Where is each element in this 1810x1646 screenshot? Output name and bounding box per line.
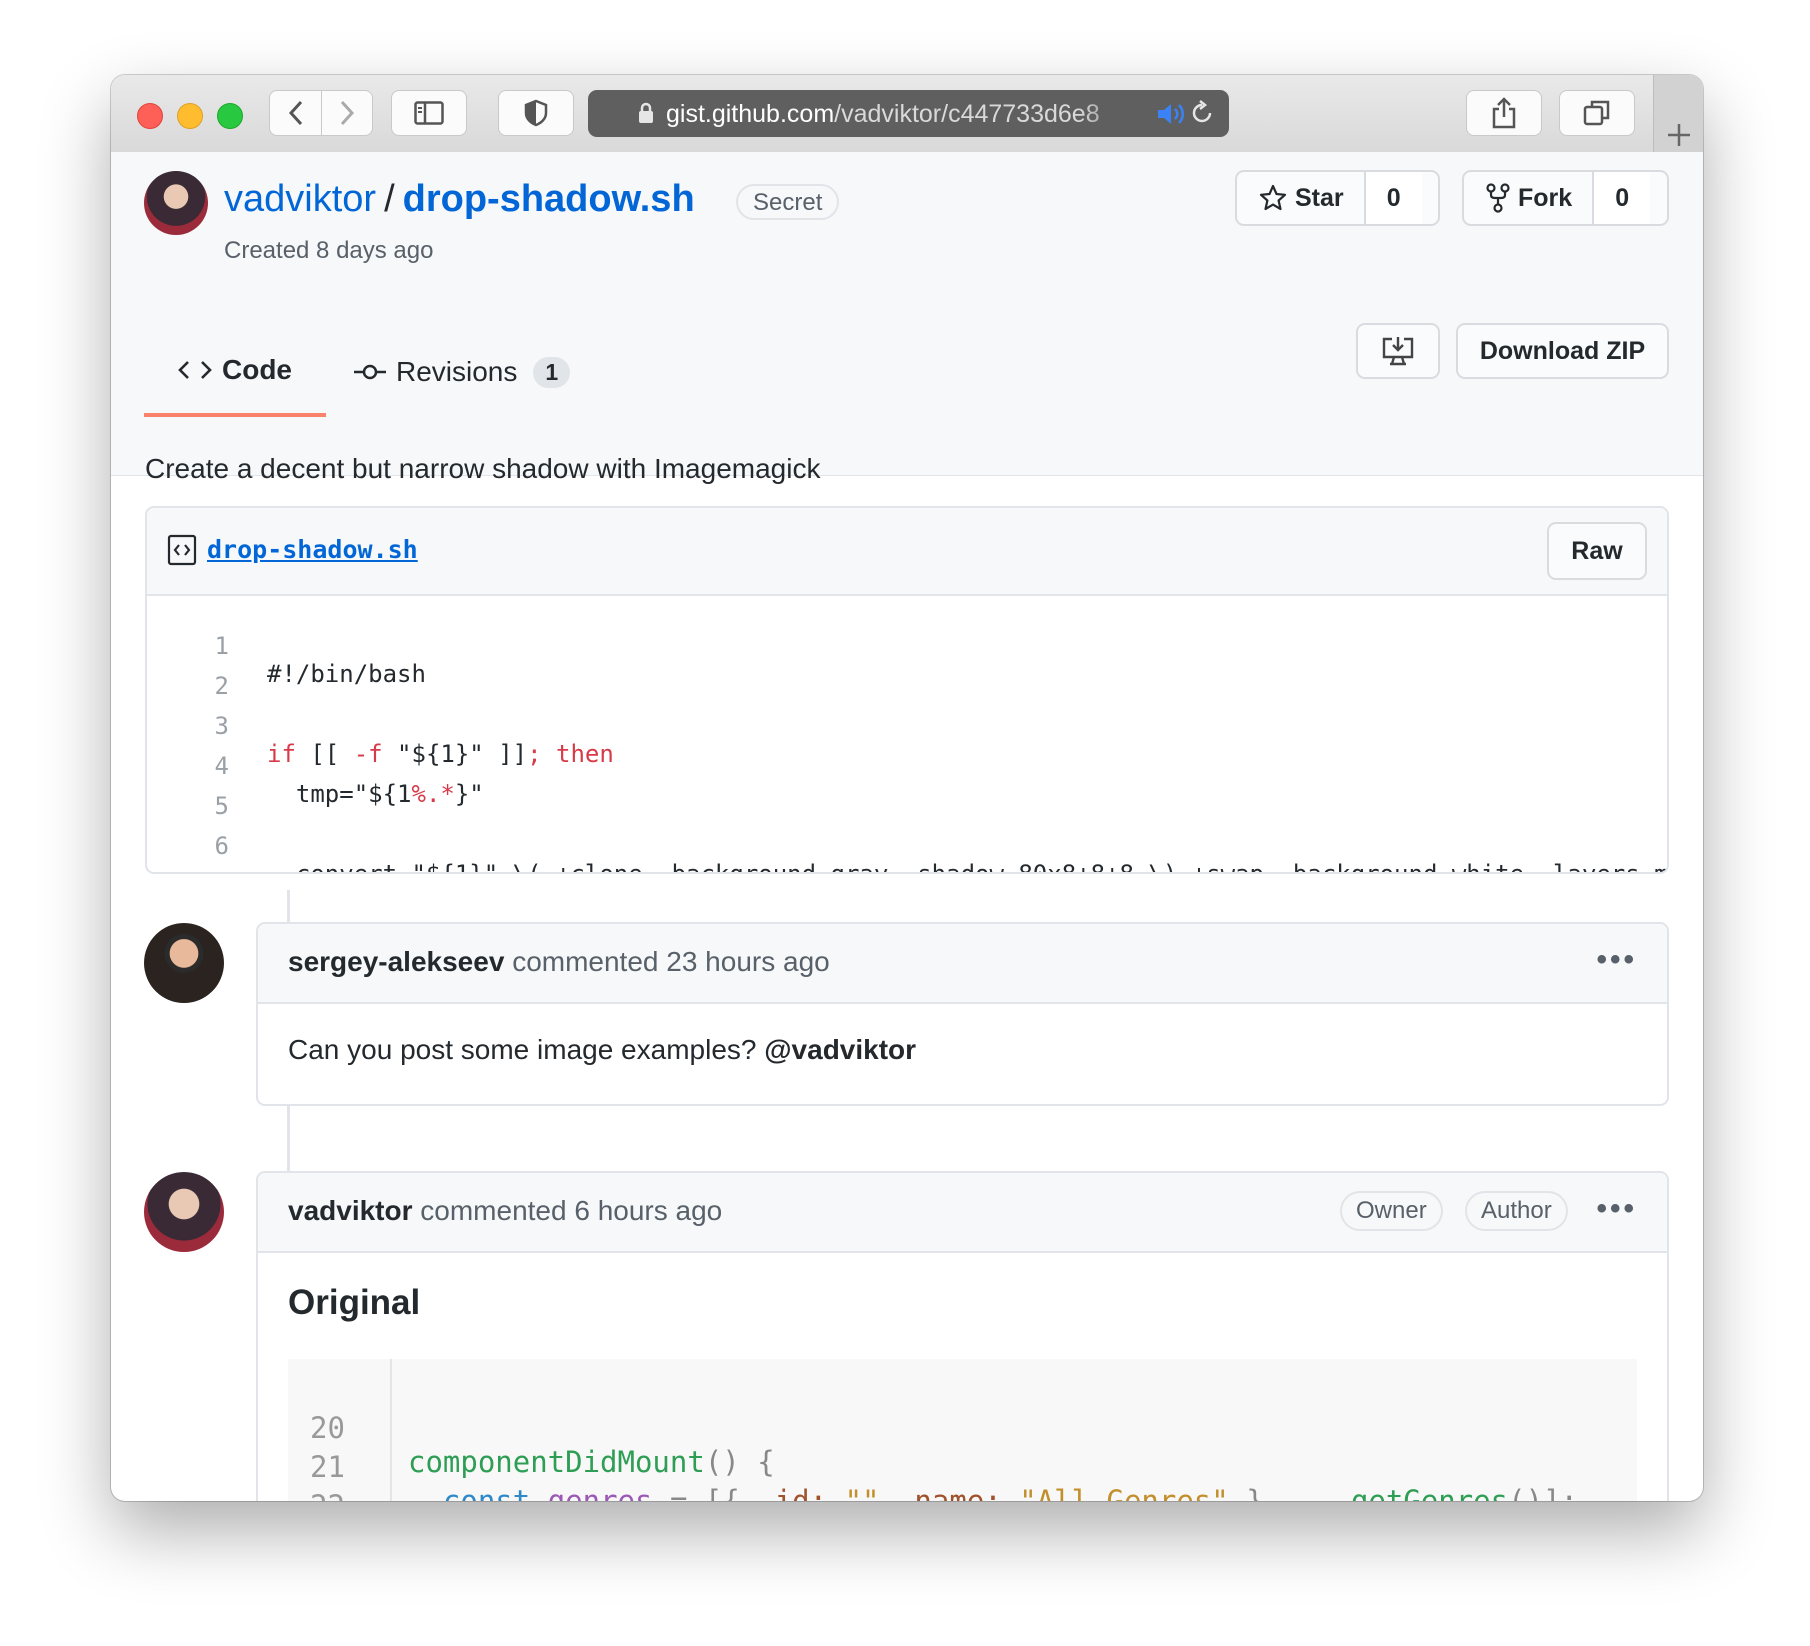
reload-icon[interactable] [1188,99,1216,134]
browser-window: gist.github.com/vadviktor/c447733d6e8 va… [111,75,1703,1501]
url-host: gist.github.com [666,100,835,128]
shield-icon [524,99,548,127]
snippet-line: 23 } [288,1494,1667,1501]
snippet-line: 21 const genres = [{ _id: "", name: "All… [288,1416,1667,1501]
sidebar-icon [414,101,444,125]
fork-button[interactable]: Fork [1464,172,1595,224]
comment-author-link[interactable]: sergey-alekseev [288,946,504,977]
address-bar[interactable]: gist.github.com/vadviktor/c447733d6e8 [588,90,1229,137]
tab-code[interactable]: Code [144,337,326,417]
owner-link[interactable]: vadviktor [224,178,376,220]
comment-header: vadviktor commented 6 hours ago Owner Au… [258,1173,1667,1253]
fork-count[interactable]: 0 [1594,172,1651,224]
tabs-icon [1583,100,1610,126]
comment-heading: Original [288,1283,421,1322]
commenter-avatar[interactable] [144,923,224,1003]
star-button-group: Star 0 [1235,170,1440,226]
code-line: 2 [147,644,1667,700]
line-number[interactable]: 7 [167,872,229,874]
share-icon [1492,97,1516,129]
code-icon [178,361,212,379]
tab-overview-button[interactable] [1559,90,1635,136]
url-path: /vadviktor/c447733d6e8 [834,100,1100,128]
plus-icon [1667,124,1690,146]
comment-author-link[interactable]: vadviktor [288,1195,413,1226]
zoom-window-button[interactable] [217,103,243,129]
sidebar-toggle-button[interactable] [391,90,467,136]
comment-header: sergey-alekseev commented 23 hours ago •… [258,924,1667,1004]
star-label: Star [1295,183,1344,212]
download-zip-button[interactable]: Download ZIP [1456,323,1669,379]
raw-button[interactable]: Raw [1547,522,1647,580]
author-label: Author [1465,1191,1568,1231]
desktop-download-icon [1382,337,1414,366]
comment-time[interactable]: commented 23 hours ago [512,946,830,977]
forward-button[interactable] [321,90,373,136]
star-count[interactable]: 0 [1365,172,1422,224]
fork-button-group: Fork 0 [1462,170,1669,226]
tab-code-label: Code [222,354,292,385]
code-line: 7 fi [147,844,1667,874]
owner-avatar[interactable] [144,171,208,235]
comment-card: sergey-alekseev commented 23 hours ago •… [256,922,1669,1106]
revisions-counter: 1 [533,356,571,388]
commit-icon [354,364,386,380]
code-line: 1 #!/bin/bash [147,604,1667,688]
gist-title: vadviktor / drop-shadow.sh [224,178,695,221]
title-separator: / [384,178,395,220]
browser-toolbar: gist.github.com/vadviktor/c447733d6e8 [111,75,1703,153]
new-tab-button[interactable] [1653,75,1703,152]
file-code-icon [167,534,197,571]
gist-name-link[interactable]: drop-shadow.sh [403,178,695,220]
commenter-avatar[interactable] [144,1172,224,1252]
comment-card: vadviktor commented 6 hours ago Owner Au… [256,1171,1669,1501]
file-name-link[interactable]: drop-shadow.sh [207,535,418,564]
lock-icon [638,102,654,131]
share-button[interactable] [1466,90,1542,136]
comment-body: Can you post some image examples? @vadvi… [288,1034,916,1066]
code-screenshot: 20 componentDidMount() { 21 const genres… [288,1359,1637,1501]
secret-badge: Secret [736,184,840,220]
snippet-line: 20 componentDidMount() { [288,1377,1667,1479]
comment-options-button[interactable]: ••• [1596,1194,1637,1224]
chevron-right-icon [340,100,355,126]
comment-meta: sergey-alekseev commented 23 hours ago [288,946,830,978]
created-date: Created 8 days ago [224,237,434,264]
star-icon [1259,184,1287,211]
star-button[interactable]: Star [1237,172,1366,224]
code-line: 3 if [[ -f "${1}" ]]; then [147,684,1667,768]
chevron-left-icon [288,100,302,126]
code-line: 4 tmp="${1%.*}" [147,724,1667,808]
fork-icon [1486,183,1510,213]
snippet-line: 22 this.setState({ movies: getMovies(), … [288,1455,1667,1501]
comment-options-button[interactable]: ••• [1596,945,1637,975]
comment-time[interactable]: commented 6 hours ago [420,1195,722,1226]
minimize-window-button[interactable] [177,103,203,129]
embed-button[interactable] [1356,323,1440,379]
speaker-icon[interactable] [1156,101,1190,134]
back-button[interactable] [269,90,322,136]
comment-text: Can you post some image examples? [288,1034,765,1065]
fork-label: Fork [1518,183,1573,212]
file-box: drop-shadow.sh Raw 1 #!/bin/bash 2 3 if … [145,506,1669,874]
file-header: drop-shadow.sh Raw [147,508,1667,596]
url-text: gist.github.com/vadviktor/c447733d6e8 [666,100,1136,129]
user-mention-link[interactable]: @vadviktor [764,1034,916,1065]
code-line: 6 convert "${1}" \( +clone -background g… [147,804,1667,872]
comment-meta: vadviktor commented 6 hours ago [288,1195,722,1227]
close-window-button[interactable] [137,103,163,129]
gist-description: Create a decent but narrow shadow with I… [145,453,821,484]
owner-label: Owner [1340,1191,1443,1231]
tab-revisions[interactable]: Revisions 1 [354,337,571,417]
code-line: 5 [147,764,1667,820]
privacy-report-button[interactable] [498,90,574,136]
tab-revisions-label: Revisions [396,356,518,387]
